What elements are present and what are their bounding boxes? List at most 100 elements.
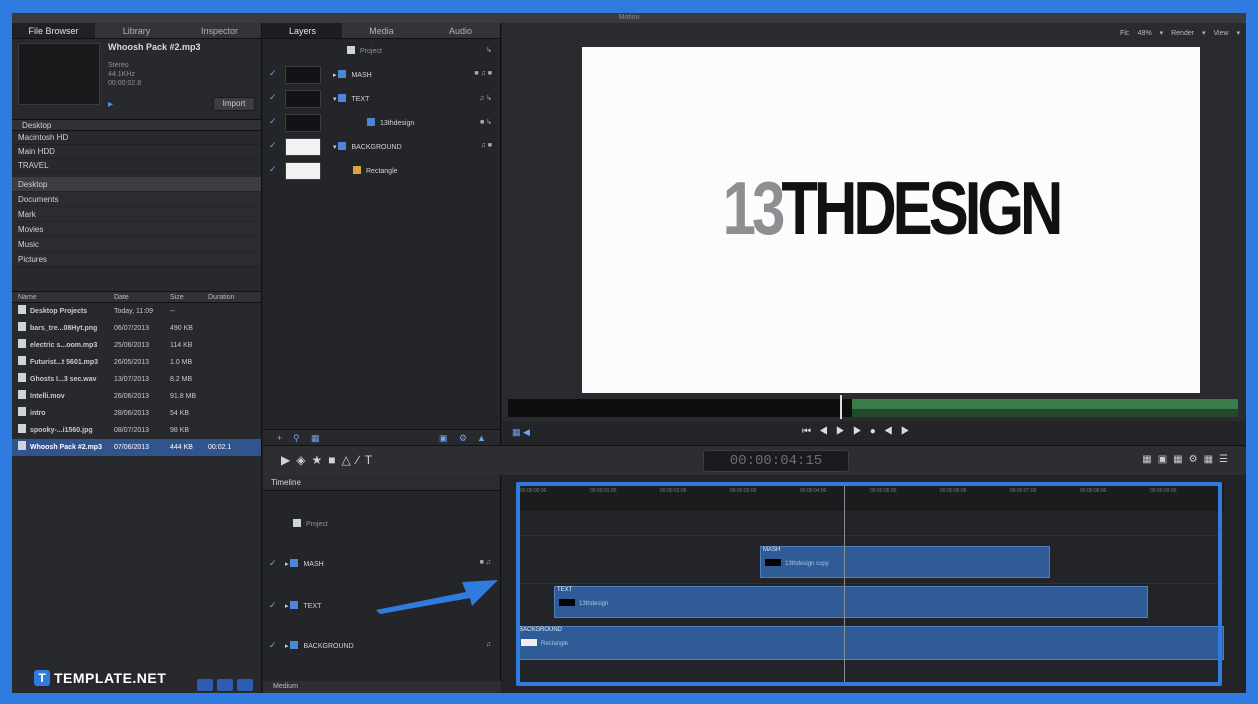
add-icon[interactable]: + [277, 433, 282, 443]
timeline-zoom-popup[interactable]: Medium [263, 681, 501, 693]
layer-options-icon[interactable]: ♫ ■ [481, 142, 492, 149]
file-date: 13/07/2013 [114, 376, 150, 383]
search-icon[interactable]: ⚲ [293, 433, 300, 443]
preview-channels: Stereo [108, 62, 129, 69]
layer-visibility-checkbox[interactable]: ✓ [269, 141, 278, 150]
place-item[interactable]: Desktop [12, 177, 261, 192]
file-size: 490 KB [170, 325, 193, 332]
tab-inspector[interactable]: Inspector [178, 23, 261, 38]
mini-playhead[interactable] [840, 395, 842, 419]
zoom-fit-popup[interactable]: Fit: 48% [1120, 30, 1152, 37]
columns-icon[interactable]: ▦ [311, 433, 320, 443]
layer-row[interactable]: ✓ ▾ TEXT ♫ ↳ [263, 87, 500, 111]
file-name: Desktop Projects [30, 308, 88, 315]
file-date: 25/06/2013 [114, 342, 150, 349]
speaker-icon[interactable]: ▸ [108, 99, 118, 110]
column-duration[interactable]: Duration [208, 292, 258, 302]
layer-visibility-checkbox[interactable]: ✓ [269, 117, 278, 126]
file-row[interactable]: Desktop Projects Today, 11:09 -- [12, 303, 261, 320]
layer-row[interactable]: ✓ ▾ BACKGROUND ♫ ■ [263, 135, 500, 159]
layer-options-icon[interactable]: ■ ♫ [480, 559, 491, 566]
file-size: 1.0 MB [170, 359, 193, 366]
place-item[interactable]: Mark [12, 207, 261, 222]
brand-text-gray: 13 [722, 166, 786, 251]
tab-file-browser[interactable]: File Browser [12, 23, 95, 38]
project-label: Project [306, 521, 328, 528]
tab-layers[interactable]: Layers [263, 23, 342, 38]
layer-options-icon[interactable]: ♫ [486, 641, 491, 648]
file-row[interactable]: Ghosts I...3 sec.wav 13/07/2013 8.2 MB [12, 371, 261, 388]
layers-panel: Layers Media Audio Project ↳ ✓ ▸ MASH ■ … [263, 23, 501, 445]
import-button[interactable]: Import [213, 97, 255, 111]
list-view-button[interactable] [197, 679, 213, 691]
mini-timeline[interactable] [508, 395, 1238, 419]
tab-media[interactable]: Media [342, 23, 421, 38]
project-icon [347, 46, 355, 54]
place-item[interactable]: Music [12, 237, 261, 252]
layer-visibility-checkbox[interactable]: ✓ [269, 640, 277, 651]
column-date[interactable]: Date [114, 292, 170, 302]
settings-icon[interactable]: ⚙ [459, 433, 467, 443]
collapse-icon[interactable]: ↳ [486, 46, 492, 54]
new-folder-icon[interactable]: ▲ [477, 433, 486, 443]
tab-library[interactable]: Library [95, 23, 178, 38]
layer-options-icon[interactable]: ■ ♫ ■ [474, 70, 492, 77]
layer-row-project[interactable]: Project ↳ [263, 39, 500, 63]
file-size: 91.8 MB [170, 393, 197, 400]
file-row[interactable]: bars_tre...08Hyt.png 06/07/2013 490 KB [12, 320, 261, 337]
layer-visibility-checkbox[interactable]: ✓ [269, 558, 277, 569]
tab-audio[interactable]: Audio [421, 23, 500, 38]
tool-buttons[interactable]: ▶◈★■△∕T [281, 453, 378, 467]
icon-view-button[interactable] [217, 679, 233, 691]
file-duration [208, 405, 258, 422]
render-popup[interactable]: Render [1171, 30, 1194, 37]
preview-meta: Stereo 44.1KHz 00:00:02.8 [108, 61, 141, 88]
file-row[interactable]: electric s...oom.mp3 25/06/2013 114 KB [12, 337, 261, 354]
volume-item[interactable]: Macintosh HD [12, 131, 261, 145]
volume-item[interactable]: Main HDD [12, 145, 261, 159]
layer-visibility-checkbox[interactable]: ✓ [269, 600, 277, 611]
column-size[interactable]: Size [170, 292, 208, 302]
layer-visibility-checkbox[interactable]: ✓ [269, 93, 278, 102]
place-item[interactable]: Documents [12, 192, 261, 207]
column-view-button[interactable] [237, 679, 253, 691]
timecode-display[interactable]: 00:00:04:15 [703, 450, 849, 472]
timeline-project-row[interactable]: Project [263, 513, 501, 533]
file-icon [18, 424, 26, 433]
file-size: 114 KB [170, 342, 193, 349]
layer-row[interactable]: ✓ ▸ MASH ■ ♫ ■ [263, 63, 500, 87]
thumbnail-toggle-icon[interactable]: ▣ [439, 433, 448, 443]
brand-text: 13THDESIGN [582, 171, 1200, 247]
volume-item[interactable]: TRAVEL [12, 159, 261, 173]
canvas-view-icons[interactable]: ▦ ◀ [512, 427, 530, 438]
group-icon [338, 142, 347, 150]
file-row[interactable]: intro 28/06/2013 54 KB [12, 405, 261, 422]
path-popup[interactable]: Desktop [12, 119, 261, 131]
layer-visibility-checkbox[interactable]: ✓ [269, 69, 278, 78]
file-duration: 00:02.1 [208, 444, 232, 451]
transport-controls[interactable]: ⏮◀▶▶●◀▶ [802, 426, 918, 437]
layer-name: TEXT [351, 96, 370, 103]
canvas-area: Fit: 48% ▾ Render ▾ View ▾ 13THDESIGN ▦ … [502, 23, 1246, 445]
brand-text-black: THDESIGN [781, 166, 1063, 251]
file-row[interactable]: spooky-...i1560.jpg 08/07/2013 98 KB [12, 422, 261, 439]
folder-icon [18, 305, 26, 314]
canvas-toolbar: Fit: 48% ▾ Render ▾ View ▾ [502, 23, 1246, 45]
view-popup[interactable]: View [1213, 30, 1228, 37]
file-row-selected[interactable]: Whoosh Pack #2.mp3 07/06/2013 444 KB 00:02.… [12, 439, 261, 456]
place-item[interactable]: Movies [12, 222, 261, 237]
layer-row[interactable]: ✓ 13thdesign ■ ↳ [263, 111, 500, 135]
file-row[interactable]: Intelli.mov 26/06/2013 91.8 MB [12, 388, 261, 405]
layer-row[interactable]: ✓ Rectangle [263, 159, 500, 183]
layer-visibility-checkbox[interactable]: ✓ [269, 165, 278, 174]
toolbar-right-buttons[interactable]: ▦▣▦⚙▦☰ [1142, 454, 1234, 465]
column-name[interactable]: Name [12, 292, 114, 302]
layer-options-icon[interactable]: ♫ ↳ [479, 94, 492, 102]
file-row[interactable]: Futurist...t 5601.mp3 26/05/2013 1.0 MB [12, 354, 261, 371]
layer-thumbnail [285, 66, 321, 84]
timeline-layer-row[interactable]: ✓ ▸ BACKGROUND ♫ [263, 635, 501, 655]
layer-name: MASH [351, 72, 372, 79]
layer-options-icon[interactable]: ■ ↳ [480, 118, 492, 126]
canvas[interactable]: 13THDESIGN [582, 47, 1200, 393]
place-item[interactable]: Pictures [12, 252, 261, 267]
